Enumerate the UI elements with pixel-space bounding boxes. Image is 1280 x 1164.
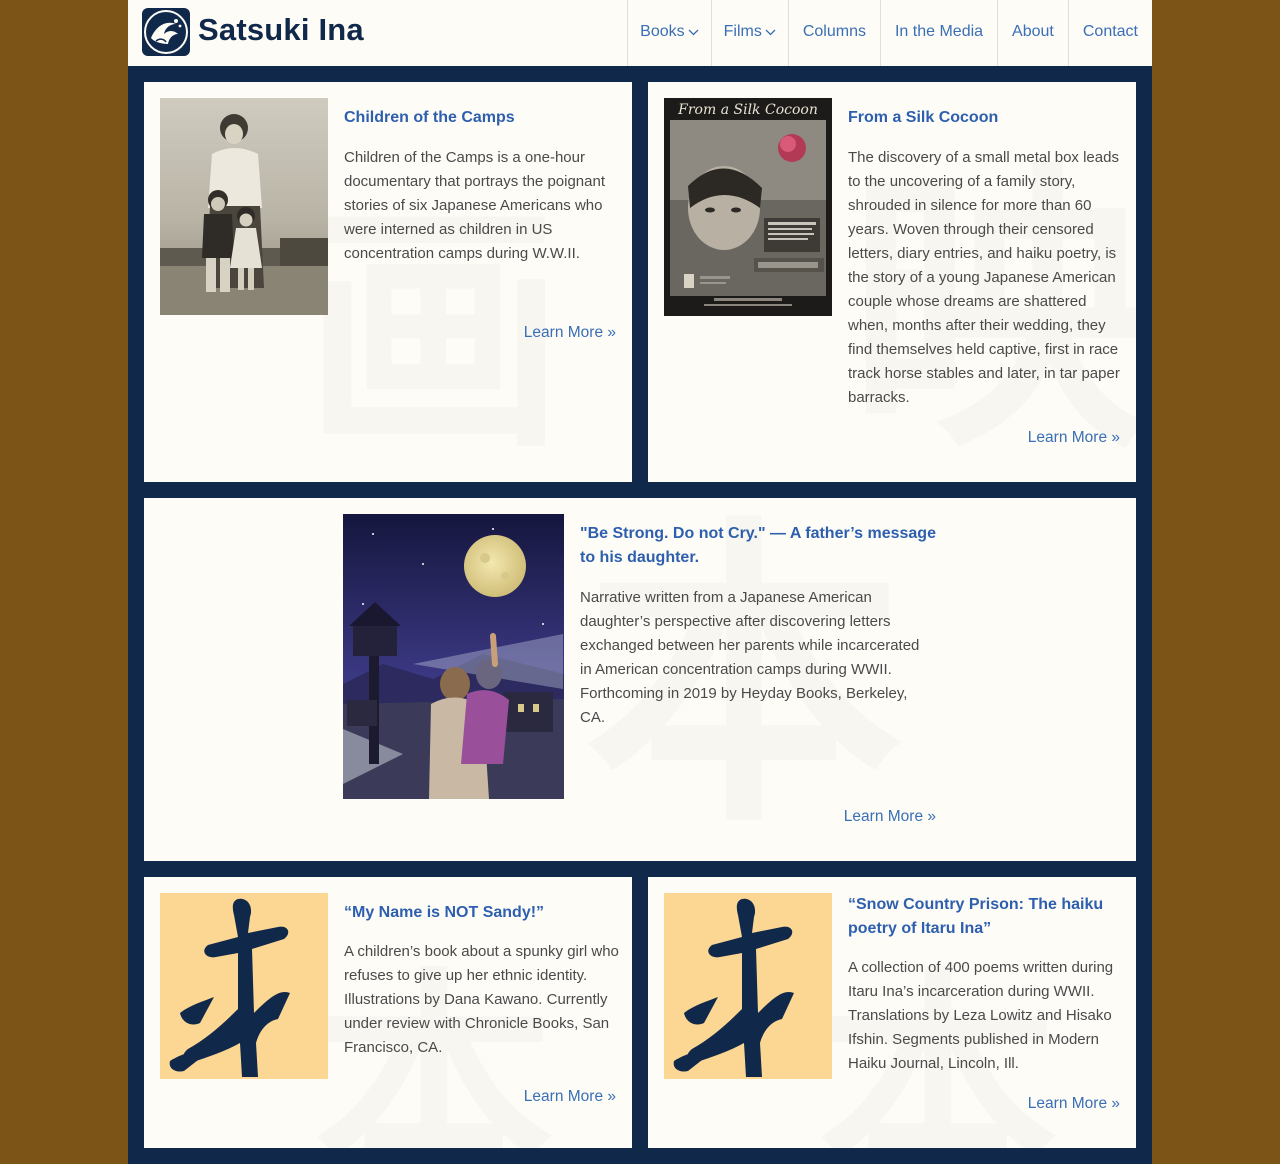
chevron-down-icon — [765, 0, 776, 64]
learn-more-link[interactable]: Learn More » — [416, 321, 616, 345]
chevron-down-icon — [688, 0, 699, 64]
main-nav: Books Films Columns In the Media About C… — [627, 0, 1152, 66]
card-description: Narrative written from a Japanese Americ… — [580, 589, 920, 726]
nav-columns[interactable]: Columns — [787, 0, 880, 66]
card-children-of-the-camps: 画 — [144, 82, 632, 482]
site-header: Satsuki Ina Books Films Columns In the M… — [128, 0, 1152, 66]
nav-about-label: About — [1012, 23, 1054, 40]
nav-about[interactable]: About — [997, 0, 1068, 66]
learn-more-link[interactable]: Learn More » — [416, 1085, 616, 1109]
poster-title: From a Silk Cocoon — [677, 102, 818, 118]
card-be-strong: 本 — [144, 498, 1136, 861]
card-from-a-silk-cocoon: 映 — [648, 82, 1136, 482]
card-title[interactable]: “Snow Country Prison: The haiku poetry o… — [848, 893, 1120, 941]
nav-columns-label: Columns — [802, 23, 866, 40]
card-title[interactable]: "Be Strong. Do not Cry." — A father’s me… — [580, 522, 940, 570]
learn-more-link[interactable]: Learn More » — [736, 805, 936, 829]
nav-in-the-media[interactable]: In the Media — [879, 0, 997, 66]
nav-in-the-media-label: In the Media — [894, 23, 984, 40]
page: Satsuki Ina Books Films Columns In the M… — [128, 0, 1152, 1164]
vintage-family-photo-image — [160, 98, 328, 315]
nav-contact[interactable]: Contact — [1067, 0, 1152, 66]
nav-films-label: Films — [723, 23, 762, 41]
card-title[interactable]: “My Name is NOT Sandy!” — [344, 901, 616, 925]
film-poster-image: From a Silk Cocoon — [664, 98, 832, 316]
card-snow-country-prison: 本 “Snow Country Prison: The haiku poetry… — [648, 877, 1136, 1148]
nav-books-label: Books — [640, 23, 685, 41]
card-description: The discovery of a small metal box leads… — [848, 149, 1120, 406]
moonlit-watchtower-illustration-image — [343, 514, 564, 799]
card-description: Children of the Camps is a one-hour docu… — [344, 149, 605, 262]
nav-contact-label: Contact — [1082, 23, 1138, 40]
card-my-name-is-not-sandy: 本 “My Name is NOT Sandy!” A children’s b… — [144, 877, 632, 1148]
card-description: A collection of 400 poems written during… — [848, 959, 1114, 1072]
nav-books[interactable]: Books — [627, 0, 710, 66]
book-kanji-icon — [664, 893, 832, 1079]
book-kanji-icon — [160, 893, 328, 1079]
card-title[interactable]: From a Silk Cocoon — [848, 106, 1120, 130]
card-title[interactable]: Children of the Camps — [344, 106, 616, 130]
learn-more-link[interactable]: Learn More » — [920, 426, 1120, 450]
nav-films[interactable]: Films — [710, 0, 788, 66]
card-description: A children’s book about a spunky girl wh… — [344, 943, 619, 1056]
learn-more-link[interactable]: Learn More » — [920, 1092, 1120, 1116]
wave-logo-icon[interactable] — [142, 8, 190, 56]
site-title[interactable]: Satsuki Ina — [198, 12, 364, 48]
